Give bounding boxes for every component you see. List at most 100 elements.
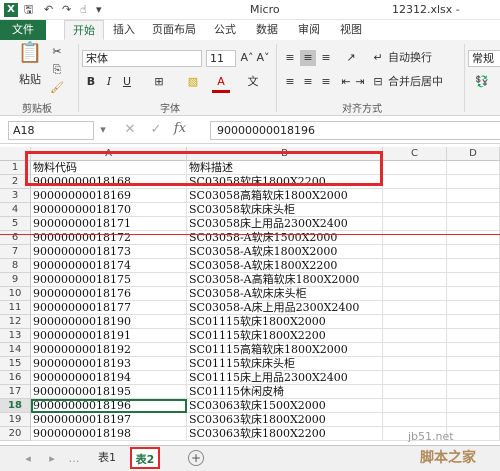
cancel-icon[interactable]: ✕ [124,122,136,138]
cell-d[interactable] [447,161,500,175]
align-middle-icon[interactable]: ≡ [300,50,316,66]
row-header[interactable]: 4 [0,203,31,217]
cell-d[interactable] [447,301,500,315]
cell-c[interactable] [383,413,447,427]
row-header[interactable]: 9 [0,273,31,287]
cell-a[interactable]: 90000000018177 [31,301,187,315]
row-header[interactable]: 18 [0,399,31,413]
cell-b[interactable]: SC03058床上用品2300X2400 [187,217,383,231]
cell-d[interactable] [447,175,500,189]
accounting-format-icon[interactable]: 💱 [470,74,494,90]
cell-a[interactable]: 90000000018193 [31,357,187,371]
cell-c[interactable] [383,315,447,329]
copy-icon[interactable]: ⎘ [50,62,64,78]
cell-c[interactable] [383,203,447,217]
touch-mode-icon[interactable]: ☝ [80,2,87,18]
cell-c[interactable] [383,245,447,259]
align-center-icon[interactable]: ≡ [300,74,316,90]
tab-formulas[interactable]: 公式 [208,20,242,40]
cell-c[interactable] [383,273,447,287]
row-header[interactable]: 7 [0,245,31,259]
cell-b[interactable]: SC01115软床1800X2200 [187,329,383,343]
cell-a[interactable]: 90000000018195 [31,385,187,399]
row-header[interactable]: 14 [0,343,31,357]
row-header[interactable]: 12 [0,315,31,329]
cell-b[interactable]: SC01115软床床头柜 [187,357,383,371]
sheet-tab-2[interactable]: 表2 [130,447,160,469]
row-header[interactable]: 8 [0,259,31,273]
tab-page-layout[interactable]: 页面布局 [146,20,202,40]
cell-c[interactable] [383,399,447,413]
cut-icon[interactable]: ✂ [50,44,64,60]
align-right-icon[interactable]: ≡ [318,74,334,90]
cell-d[interactable] [447,329,500,343]
row-header[interactable]: 3 [0,189,31,203]
cell-c[interactable] [383,301,447,315]
align-top-icon[interactable]: ≡ [282,50,298,66]
cell-c[interactable] [383,287,447,301]
cell-b[interactable]: SC03058-A软床1800X2200 [187,259,383,273]
cell-c[interactable] [383,371,447,385]
phonetic-icon[interactable]: 文 [244,74,262,90]
row-header[interactable]: 15 [0,357,31,371]
cell-d[interactable] [447,259,500,273]
formula-input[interactable]: 90000000018196 [210,121,500,140]
format-painter-icon[interactable]: 🖌 [50,80,64,96]
tab-view[interactable]: 视图 [336,20,366,40]
cell-d[interactable] [447,343,500,357]
cell-d[interactable] [447,203,500,217]
column-header-d[interactable]: D [447,147,500,161]
cell-b[interactable]: SC03058-A高箱软床1800X2000 [187,273,383,287]
borders-icon[interactable]: ⊞ [150,74,168,90]
number-format-select[interactable]: 常规 [468,50,500,67]
cell-a[interactable]: 90000000018176 [31,287,187,301]
cell-b[interactable]: SC03063软床1500X2000 [187,399,383,413]
cell-d[interactable] [447,357,500,371]
cell-b[interactable]: SC03058-A软床1800X2000 [187,245,383,259]
more-sheets-icon[interactable]: … [68,451,80,467]
cell-b[interactable]: SC03058-A床上用品2300X2400 [187,301,383,315]
cell-a[interactable]: 90000000018190 [31,315,187,329]
cell-c[interactable] [383,343,447,357]
cell-b[interactable]: SC01115高箱软床1800X2000 [187,343,383,357]
cell-a[interactable]: 90000000018175 [31,273,187,287]
cell-d[interactable] [447,385,500,399]
align-bottom-icon[interactable]: ≡ [318,50,334,66]
customize-qat-icon[interactable]: ▾ [96,2,102,18]
font-name-select[interactable]: 宋体 [82,50,202,67]
cell-c[interactable] [383,175,447,189]
fill-color-icon[interactable]: ▧ [184,74,202,90]
tab-review[interactable]: 审阅 [294,20,324,40]
paste-icon[interactable]: 📋 [16,42,44,72]
name-box-dropdown-icon[interactable]: ▾ [98,122,108,138]
cell-b[interactable]: SC01115软床1800X2000 [187,315,383,329]
cell-a[interactable]: 90000000018169 [31,189,187,203]
font-color-icon[interactable]: A [212,74,230,93]
cell-d[interactable] [447,189,500,203]
cell-d[interactable] [447,413,500,427]
italic-icon[interactable]: I [102,74,116,90]
cell-d[interactable] [447,399,500,413]
cell-c[interactable] [383,259,447,273]
cell-b[interactable]: SC03058-A软床床头柜 [187,287,383,301]
cell-a[interactable]: 90000000018170 [31,203,187,217]
increase-indent-icon[interactable]: ⇥ [354,74,366,90]
row-header[interactable]: 5 [0,217,31,231]
cell-c[interactable] [383,385,447,399]
enter-icon[interactable]: ✓ [150,122,162,138]
paste-button[interactable]: 粘贴 [14,72,46,88]
cell-c[interactable] [383,189,447,203]
cell-b[interactable]: SC03063软床1800X2000 [187,413,383,427]
save-icon[interactable]: 🖫 [24,2,33,18]
cell-d[interactable] [447,315,500,329]
column-header-c[interactable]: C [383,147,447,161]
cell-b[interactable]: SC03058高箱软床1800X2000 [187,189,383,203]
tab-home[interactable]: 开始 [64,20,104,40]
undo-icon[interactable]: ↶ [44,2,53,18]
decrease-indent-icon[interactable]: ⇤ [340,74,352,90]
scroll-sheets-left-icon[interactable]: ◂ [22,451,34,467]
sheet-tab-1[interactable]: 表1 [90,447,124,469]
row-header[interactable]: 10 [0,287,31,301]
cell-d[interactable] [447,245,500,259]
insert-function-icon[interactable]: fx [170,121,190,137]
